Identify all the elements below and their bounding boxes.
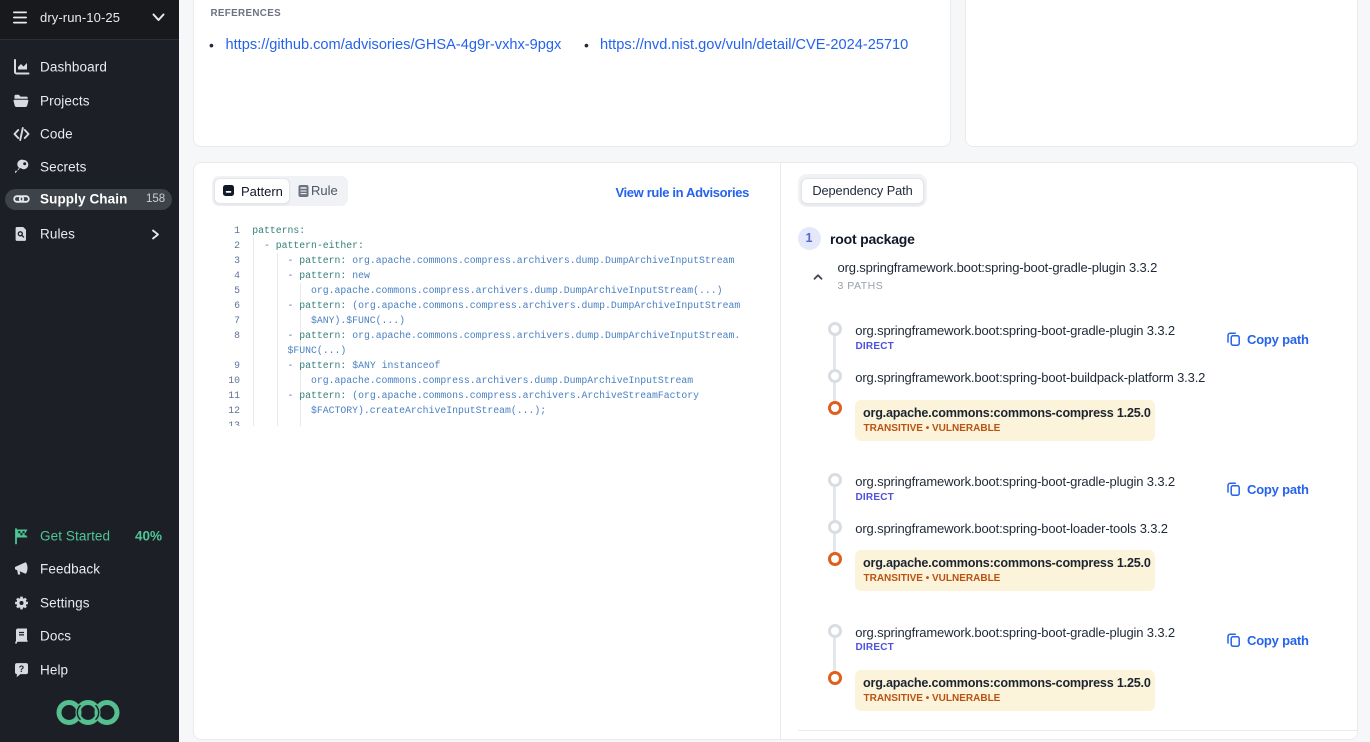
svg-text:?: ?	[19, 664, 25, 674]
